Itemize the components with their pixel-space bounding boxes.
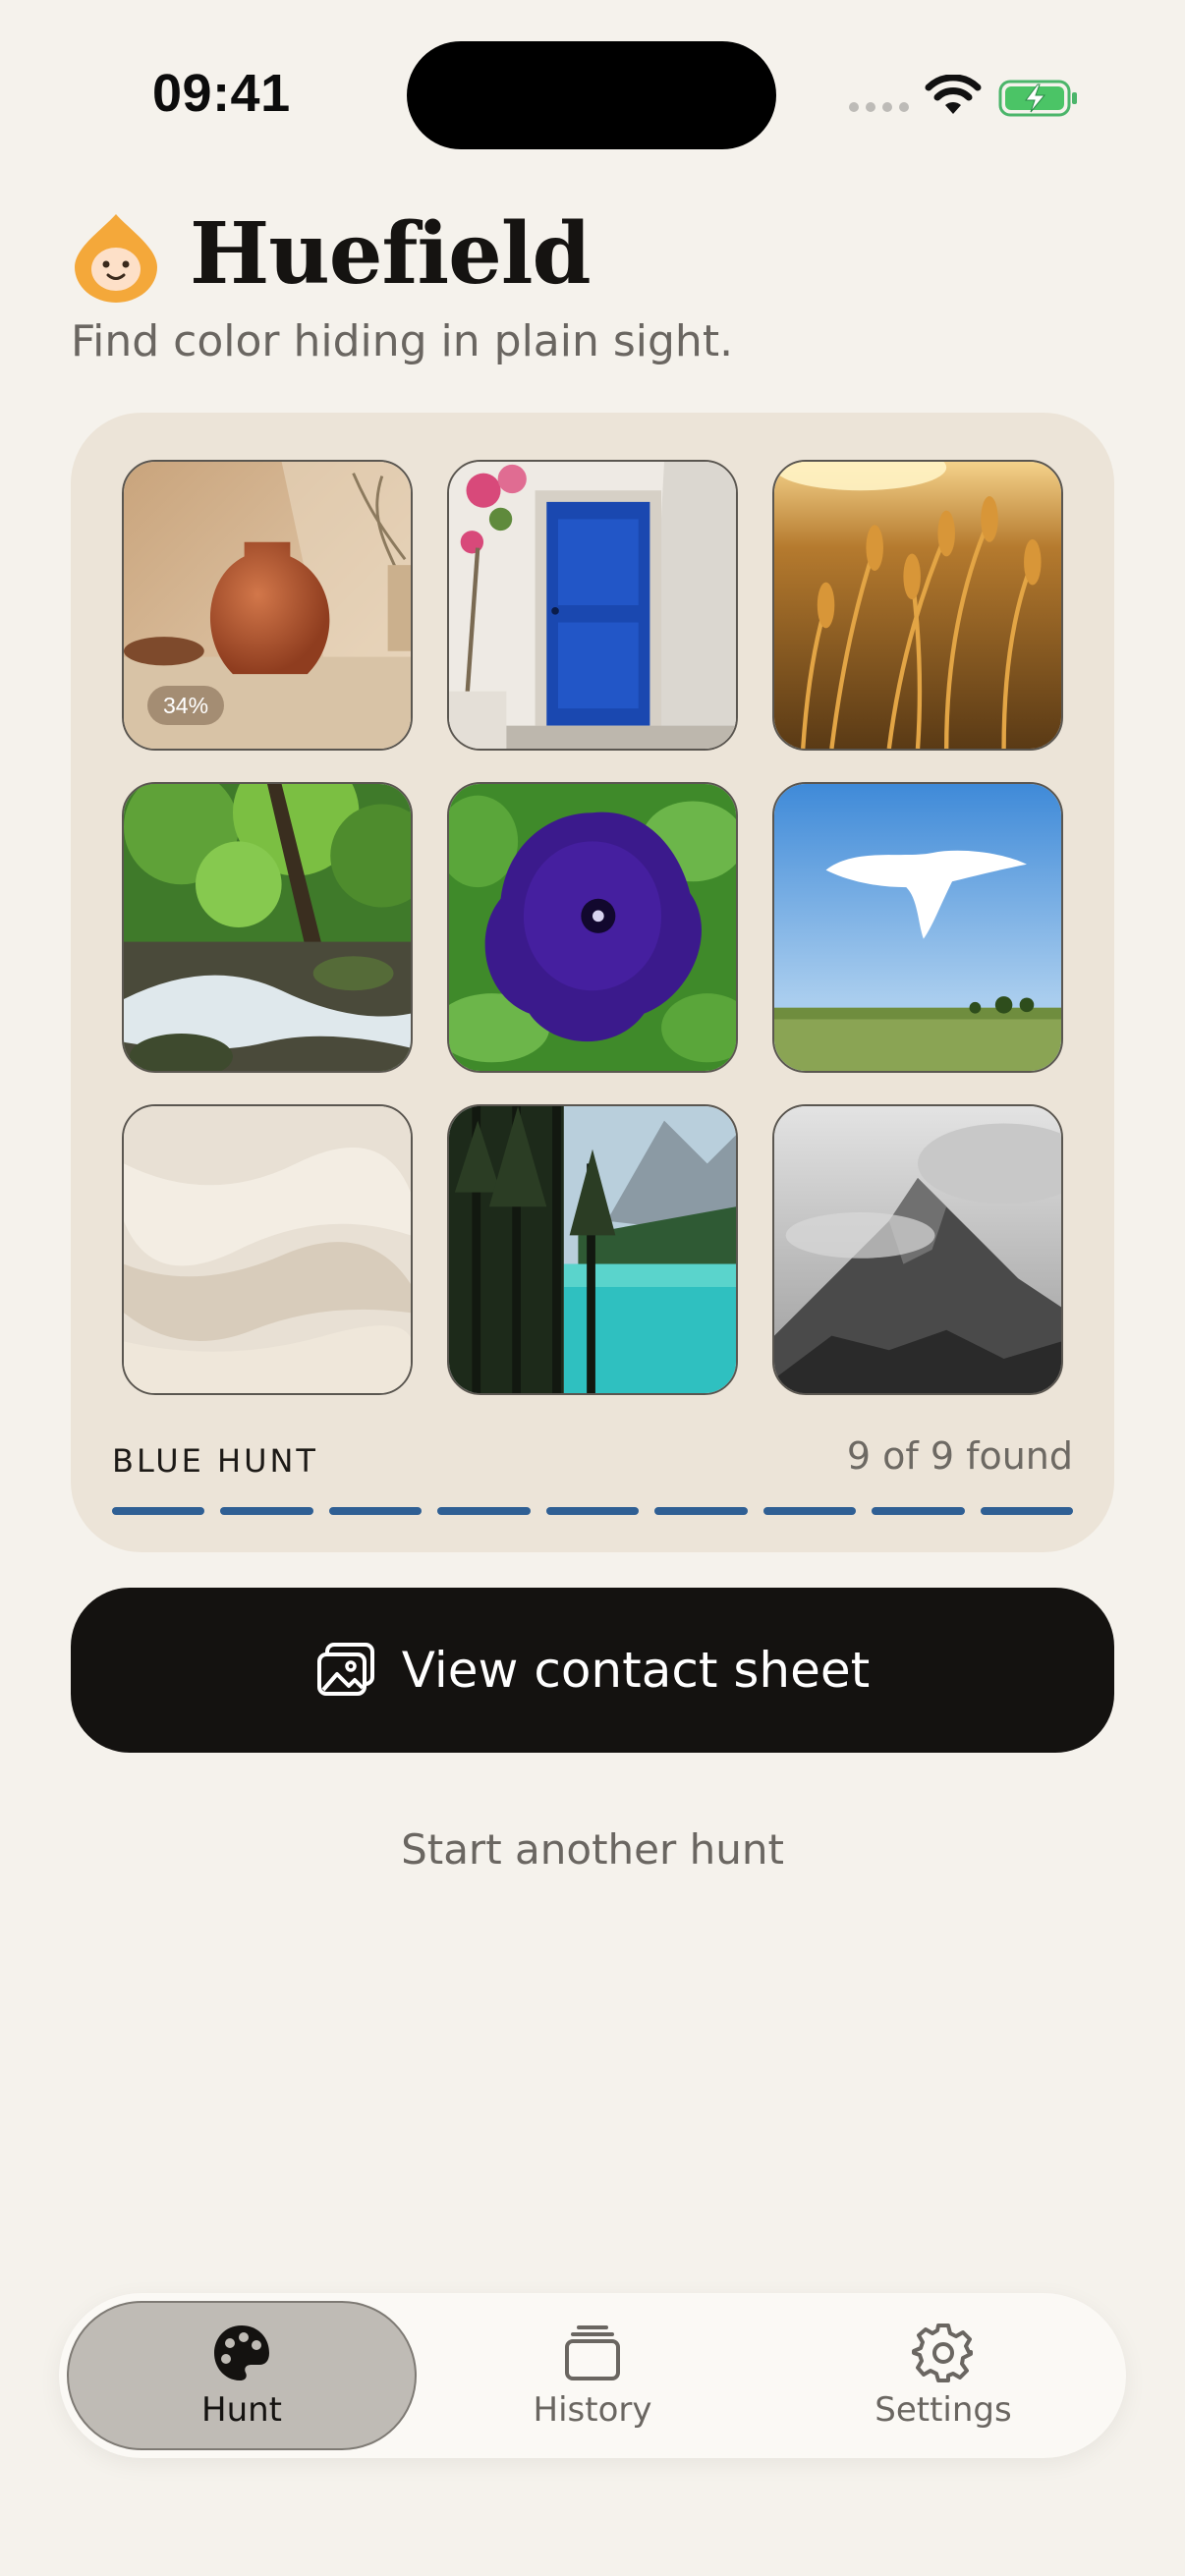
wifi-icon [925,75,982,114]
photo-tile-stream[interactable] [122,782,413,1073]
cellular-signal-icon [849,102,909,112]
photos-icon [316,1643,374,1696]
photo-tile-petunia[interactable] [447,782,738,1073]
photo-tile-vase[interactable]: 34% [122,460,413,751]
photo-tile-sky[interactable] [772,782,1063,1073]
found-count: 9 of 9 found [846,1434,1073,1478]
hunt-card: 34% BLUE HUNT 9 of 9 found [71,413,1114,1552]
progress-segment [762,1507,857,1515]
photo-tile-lake[interactable] [447,1104,738,1395]
tab-history-label: History [533,2390,652,2430]
progress-segment [112,1507,205,1515]
view-contact-sheet-label: View contact sheet [401,1642,871,1699]
status-time: 09:41 [152,64,291,123]
photo-tile-mountain[interactable] [772,1104,1063,1395]
battery-charging-icon [998,80,1077,117]
progress-segment [437,1507,531,1515]
hunt-label: BLUE HUNT [112,1442,318,1480]
stream-photo [124,784,411,1071]
match-percent-badge: 34% [147,686,225,725]
tab-history[interactable]: History [418,2301,767,2450]
stack-icon [565,2325,620,2380]
app-title: Huefield [190,204,592,304]
start-another-hunt-link[interactable]: Start another hunt [0,1825,1185,1874]
dynamic-island [407,41,776,149]
petunia-photo [449,784,736,1071]
mountain-photo [774,1106,1061,1393]
progress-segment [545,1507,640,1515]
progress-segment [654,1507,748,1515]
progress-segment [328,1507,423,1515]
tab-settings[interactable]: Settings [768,2301,1118,2450]
progress-segment [980,1507,1073,1515]
palette-icon [214,2325,269,2380]
lake-photo [449,1106,736,1393]
tab-hunt[interactable]: Hunt [67,2301,417,2450]
tagline: Find color hiding in plain sight. [71,316,734,366]
hunt-progress-bar [112,1507,1073,1515]
grass-photo [774,462,1061,749]
view-contact-sheet-button[interactable]: View contact sheet [71,1588,1114,1753]
linen-photo [124,1106,411,1393]
tab-bar: Hunt History Settings [59,2293,1126,2458]
sky-photo [774,784,1061,1071]
tab-hunt-label: Hunt [201,2390,282,2430]
photo-tile-linen[interactable] [122,1104,413,1395]
photo-tile-grass[interactable] [772,460,1063,751]
progress-segment [872,1507,965,1515]
tab-settings-label: Settings [875,2390,1012,2430]
progress-segment [220,1507,313,1515]
app-logo-icon [75,214,157,303]
gear-icon [912,2324,973,2382]
blue-door-photo [449,462,736,749]
photo-tile-blue-door[interactable] [447,460,738,751]
